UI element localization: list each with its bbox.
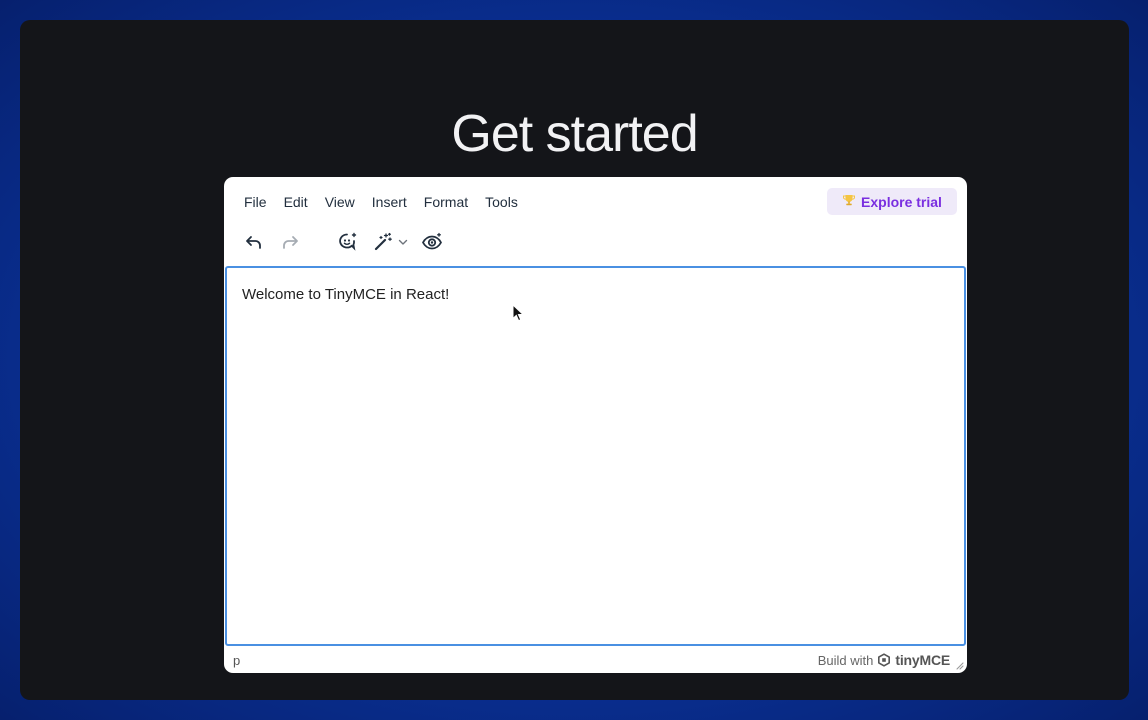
menu-edit[interactable]: Edit	[274, 191, 317, 213]
redo-icon	[283, 236, 298, 249]
page-title: Get started	[451, 105, 698, 163]
ai-assistant-icon	[339, 232, 357, 251]
editor-paragraph[interactable]: Welcome to TinyMCE in React!	[242, 286, 449, 303]
tinymce-branding[interactable]: Build with tinyMCE	[818, 652, 950, 668]
ai-tools-dropdown[interactable]	[370, 227, 410, 257]
menubar: File Edit View Insert Format Tools	[234, 191, 527, 213]
app-window: Get started File Edit View Insert Format…	[20, 20, 1129, 700]
magic-wand-icon	[374, 232, 392, 251]
menu-view[interactable]: View	[315, 191, 364, 213]
menu-insert[interactable]: Insert	[362, 191, 416, 213]
explore-trial-button[interactable]: Explore trial	[827, 188, 957, 215]
menu-tools[interactable]: Tools	[475, 191, 527, 213]
menu-file[interactable]: File	[234, 191, 276, 213]
undo-icon	[246, 236, 261, 249]
editor-content-area[interactable]: Welcome to TinyMCE in React!	[225, 266, 966, 646]
menu-format[interactable]: Format	[414, 191, 477, 213]
tinymce-logo-icon	[878, 653, 891, 667]
preview-button[interactable]	[418, 227, 446, 257]
explore-trial-label: Explore trial	[861, 193, 942, 210]
element-path[interactable]: p	[233, 653, 240, 668]
branding-prefix: Build with	[817, 652, 874, 668]
resize-handle-icon[interactable]	[954, 660, 964, 670]
mouse-pointer-icon	[512, 304, 524, 322]
status-bar: p Build with tinyMCE	[224, 647, 967, 673]
brand-name: tinyMCE	[895, 652, 950, 668]
chevron-down-icon	[398, 239, 407, 245]
tinymce-editor: File Edit View Insert Format Tools Explo…	[224, 177, 967, 673]
trophy-icon	[842, 193, 856, 210]
undo-button[interactable]	[240, 227, 268, 257]
preview-eye-icon	[422, 232, 442, 250]
ai-assistant-button[interactable]	[334, 227, 362, 257]
redo-button[interactable]	[276, 227, 304, 257]
